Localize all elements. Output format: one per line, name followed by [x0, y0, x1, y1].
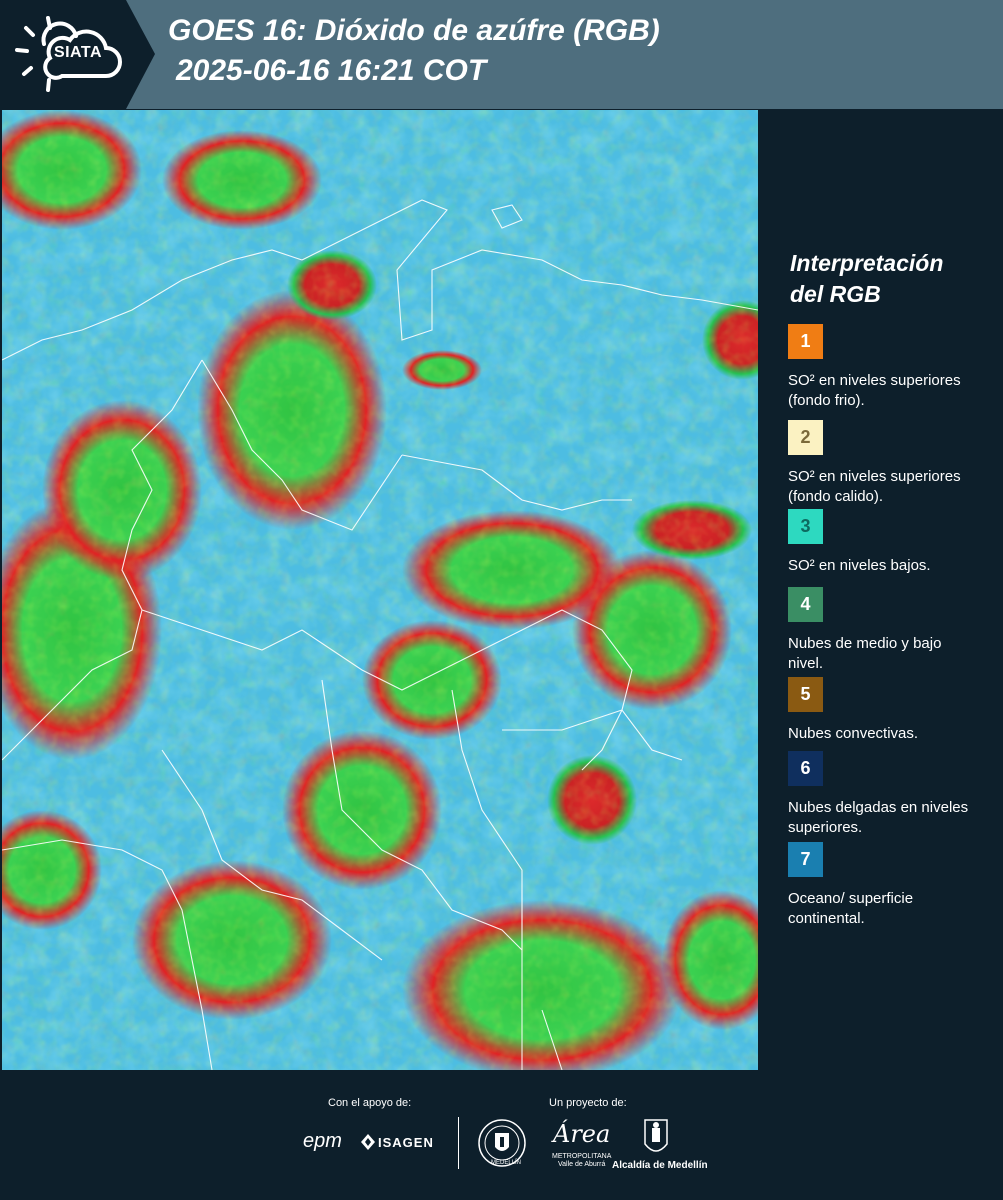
alcaldia-shield-icon — [644, 1119, 668, 1152]
legend-number-4: 4 — [800, 594, 811, 614]
legend-text-2: SO² en niveles superiores (fondo calido)… — [788, 468, 961, 505]
legend-swatch-1: 1 — [788, 324, 823, 359]
legend-number-7: 7 — [800, 849, 811, 869]
isagen-logo: ISAGEN — [378, 1135, 434, 1150]
legend-swatch-2: 2 — [788, 420, 823, 455]
siata-logo-text: SIATA — [53, 44, 103, 61]
legend-number-3: 3 — [800, 516, 811, 536]
legend-text-6: Nubes delgadas en niveles superiores. — [788, 799, 969, 836]
legend-title-line1: Interpretación — [790, 250, 944, 276]
legend-item-7: 7 Oceano/ superficie continental. — [788, 842, 988, 929]
legend-item-5: 5 Nubes convectivas. — [788, 677, 988, 744]
support-label: Con el apoyo de: — [328, 1097, 412, 1109]
legend-number-6: 6 — [800, 758, 811, 778]
isagen-logo-icon — [361, 1134, 375, 1150]
legend-title-line2: del RGB — [790, 281, 881, 307]
legend-number-1: 1 — [800, 331, 811, 351]
footer-separator — [458, 1117, 459, 1169]
legend-item-3: 3 SO² en niveles bajos. — [788, 509, 988, 576]
siata-logo-panel: SIATA — [0, 0, 155, 109]
legend-swatch-7: 7 — [788, 842, 823, 877]
legend-number-2: 2 — [800, 427, 811, 447]
legend-item-2: 2 SO² en niveles superiores (fondo calid… — [788, 420, 988, 507]
legend-swatch-3: 3 — [788, 509, 823, 544]
legend-text-7: Oceano/ superficie continental. — [788, 890, 914, 927]
legend-item-4: 4 Nubes de medio y bajo nivel. — [788, 587, 988, 674]
legend-text-1: SO² en niveles superiores (fondo frio). — [788, 372, 961, 409]
legend-swatch-4: 4 — [788, 587, 823, 622]
area-metropolitana-logo: Área — [553, 1120, 611, 1148]
legend-title: Interpretación del RGB — [790, 248, 990, 310]
header-bar: SIATA GOES 16: Dióxido de azúfre (RGB) 2… — [0, 0, 1003, 109]
medellin-seal-text: MEDELLÍN — [491, 1160, 522, 1166]
legend-item-6: 6 Nubes delgadas en niveles superiores. — [788, 751, 988, 838]
legend-text-3: SO² en niveles bajos. — [788, 557, 931, 574]
epm-logo: epm — [303, 1130, 342, 1152]
satellite-map-image — [2, 110, 758, 1070]
legend-text-4: Nubes de medio y bajo nivel. — [788, 635, 942, 672]
page-title: GOES 16: Dióxido de azúfre (RGB) — [168, 14, 660, 47]
legend-number-5: 5 — [800, 684, 811, 704]
alcaldia-label: Alcaldía de Medellín — [612, 1160, 708, 1171]
satellite-rgb-image — [2, 110, 758, 1070]
area-metropolitana-sub2: Valle de Aburrá — [558, 1161, 606, 1168]
legend-swatch-5: 5 — [788, 677, 823, 712]
page-timestamp: 2025-06-16 16:21 COT — [176, 54, 487, 87]
legend-swatch-6: 6 — [788, 751, 823, 786]
area-metropolitana-sub: METROPOLITANA — [552, 1153, 612, 1160]
legend-item-1: 1 SO² en niveles superiores (fondo frio)… — [788, 324, 988, 411]
legend-text-5: Nubes convectivas. — [788, 725, 919, 742]
project-label: Un proyecto de: — [549, 1097, 627, 1109]
